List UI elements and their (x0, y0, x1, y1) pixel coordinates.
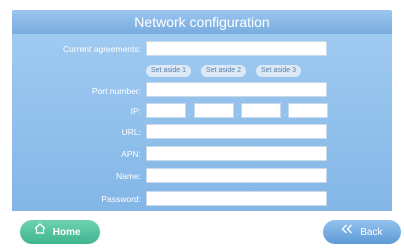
network-form-panel (12, 34, 392, 211)
ip-octet-3-field[interactable] (241, 103, 281, 118)
apn-label: APN: (121, 149, 141, 159)
password-label: Password: (101, 194, 141, 204)
ip-dot: . (188, 108, 192, 117)
url-label: URL: (121, 127, 141, 137)
home-label: Home (52, 226, 81, 238)
set-aside-3-button[interactable]: Set aside 3 (256, 65, 302, 77)
back-label: Back (360, 226, 383, 238)
port-number-label: Port number: (91, 86, 141, 96)
back-button[interactable]: Back (323, 220, 401, 244)
set-aside-1-button[interactable]: Set aside 1 (146, 65, 192, 77)
password-field[interactable] (146, 191, 327, 206)
url-field[interactable] (146, 124, 327, 139)
ip-octet-2-field[interactable] (194, 103, 234, 118)
name-label: Name: (115, 171, 141, 181)
current-agreements-field[interactable] (146, 41, 327, 56)
ip-octet-1-field[interactable] (146, 103, 186, 118)
ip-octet-4-field[interactable] (288, 103, 328, 118)
ip-label: IP: (130, 106, 141, 116)
apn-field[interactable] (146, 146, 327, 161)
set-aside-2-button[interactable]: Set aside 2 (201, 65, 247, 77)
name-field[interactable] (146, 168, 327, 183)
current-agreements-label: Current agreements: (63, 44, 141, 54)
home-button[interactable]: Home (20, 220, 100, 244)
double-chevron-left-icon (341, 220, 353, 244)
port-number-field[interactable] (146, 82, 327, 97)
page-title: Network configuration (12, 10, 392, 34)
home-icon (34, 220, 46, 244)
